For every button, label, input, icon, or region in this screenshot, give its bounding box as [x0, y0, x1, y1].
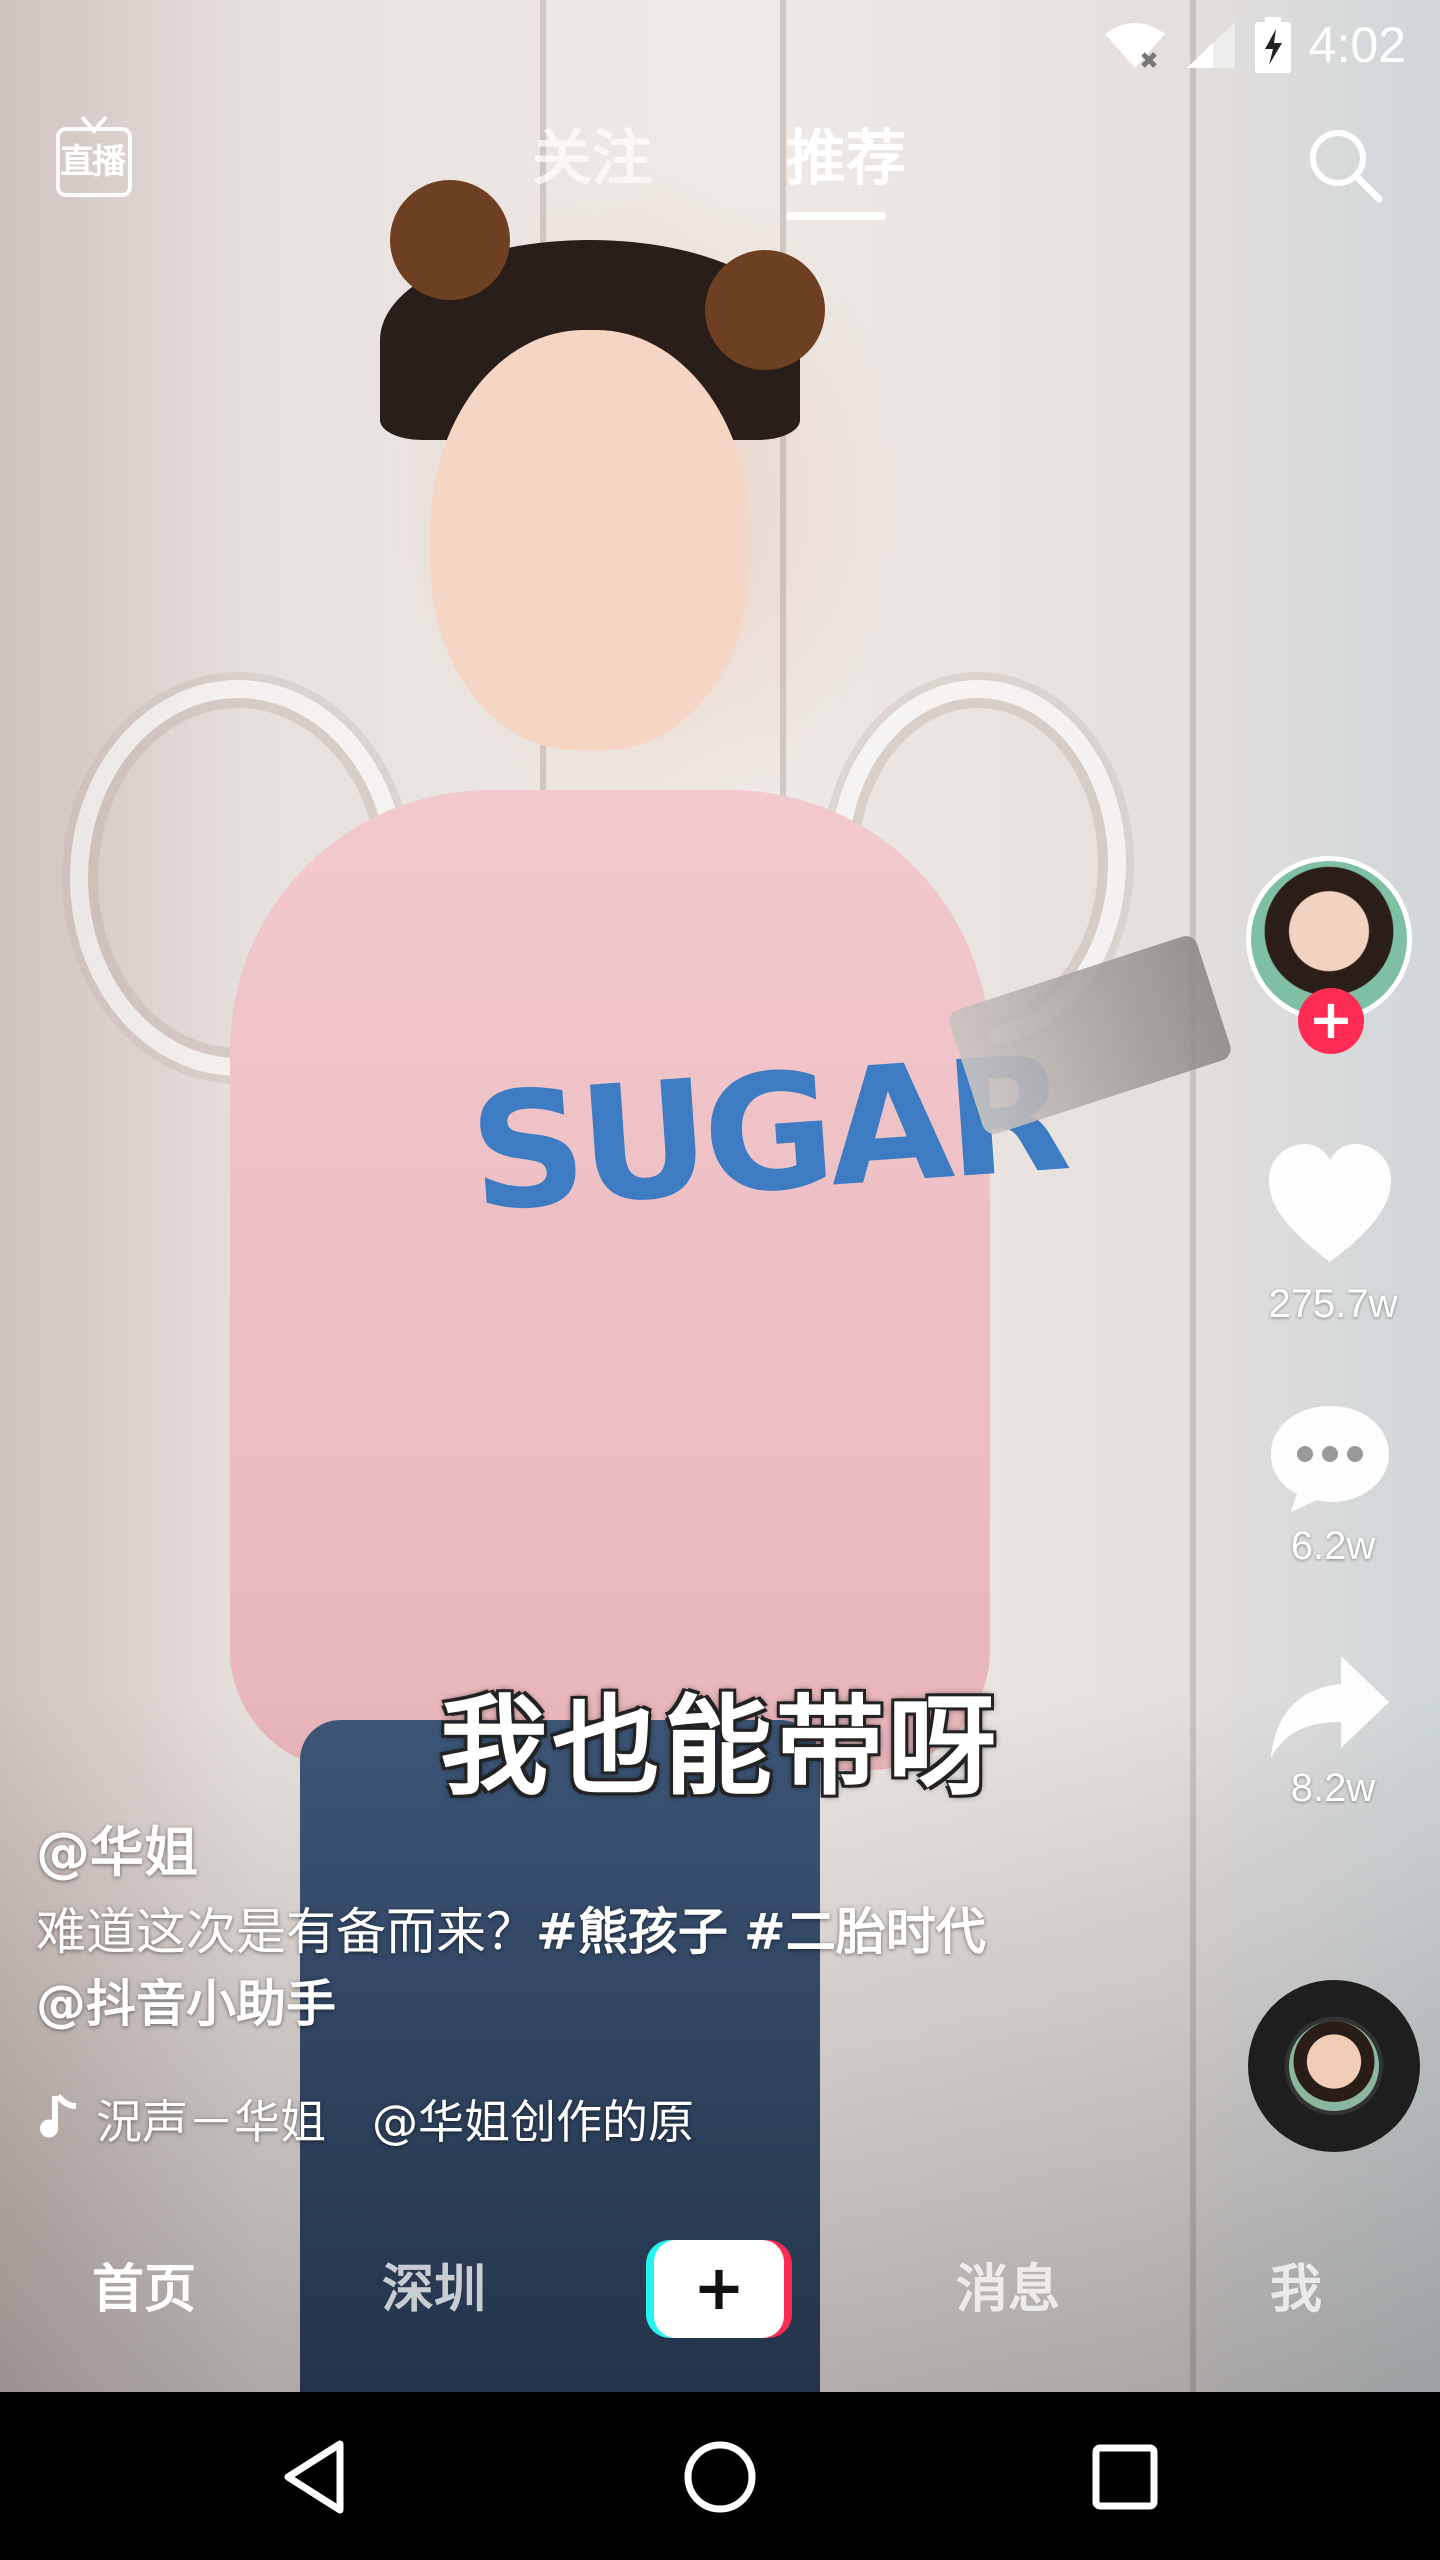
- like-count: 275.7w: [1268, 1282, 1398, 1326]
- signal-icon: [1186, 22, 1235, 68]
- home-icon[interactable]: [675, 2432, 765, 2522]
- search-icon[interactable]: [1305, 125, 1385, 205]
- bear-headband-ear: [705, 250, 825, 370]
- active-tab-indicator: [786, 212, 886, 220]
- music-disc-cover: [1289, 2021, 1379, 2111]
- tab-home[interactable]: 首页: [44, 2250, 244, 2330]
- music-info[interactable]: 況声－华姐 @华姐创作的原: [36, 2086, 726, 2152]
- video-subtitle: 我也能带呀: [439, 1685, 1000, 1810]
- author-name[interactable]: @华姐: [36, 1808, 198, 1887]
- heart-icon[interactable]: [1265, 1140, 1395, 1270]
- tab-me[interactable]: 我: [1196, 2250, 1396, 2330]
- comment-count: 6.2w: [1290, 1524, 1376, 1568]
- live-label: 直播: [60, 142, 126, 182]
- battery-icon: [1254, 17, 1291, 73]
- system-navigation-bar: [0, 2392, 1440, 2560]
- person-hoodie: [230, 790, 990, 1770]
- music-title: 況声－华姐 @华姐创作的原: [96, 2095, 694, 2149]
- wifi-icon: [1104, 23, 1165, 68]
- hashtag[interactable]: #熊孩子: [536, 1903, 728, 1961]
- back-icon[interactable]: [270, 2432, 360, 2522]
- hashtag[interactable]: #二胎时代: [744, 1903, 986, 1961]
- tab-recommended[interactable]: 推荐: [786, 118, 906, 200]
- follow-button[interactable]: +: [1298, 988, 1364, 1054]
- music-disc[interactable]: [1248, 1980, 1420, 2152]
- create-button[interactable]: +: [646, 2240, 792, 2338]
- description-text: 难道这次是有备而来？: [36, 1903, 536, 1961]
- tab-city[interactable]: 深圳: [334, 2250, 534, 2330]
- recents-icon[interactable]: [1080, 2432, 1170, 2522]
- mention[interactable]: @抖音小助手: [36, 1975, 336, 2033]
- live-button[interactable]: 直播: [56, 115, 138, 203]
- tab-messages[interactable]: 消息: [908, 2250, 1108, 2330]
- status-time: 4:02: [1308, 17, 1406, 73]
- create-plus-icon: +: [654, 2240, 784, 2338]
- tab-following[interactable]: 关注: [532, 118, 652, 200]
- bear-headband-ear: [390, 180, 510, 300]
- comment-icon[interactable]: [1265, 1400, 1395, 1516]
- person-face: [430, 330, 750, 750]
- music-note-icon: [40, 2094, 77, 2138]
- status-bar: 4:02: [1103, 0, 1440, 90]
- post-description: 难道这次是有备而来？#熊孩子 #二胎时代 @抖音小助手: [36, 1896, 996, 2040]
